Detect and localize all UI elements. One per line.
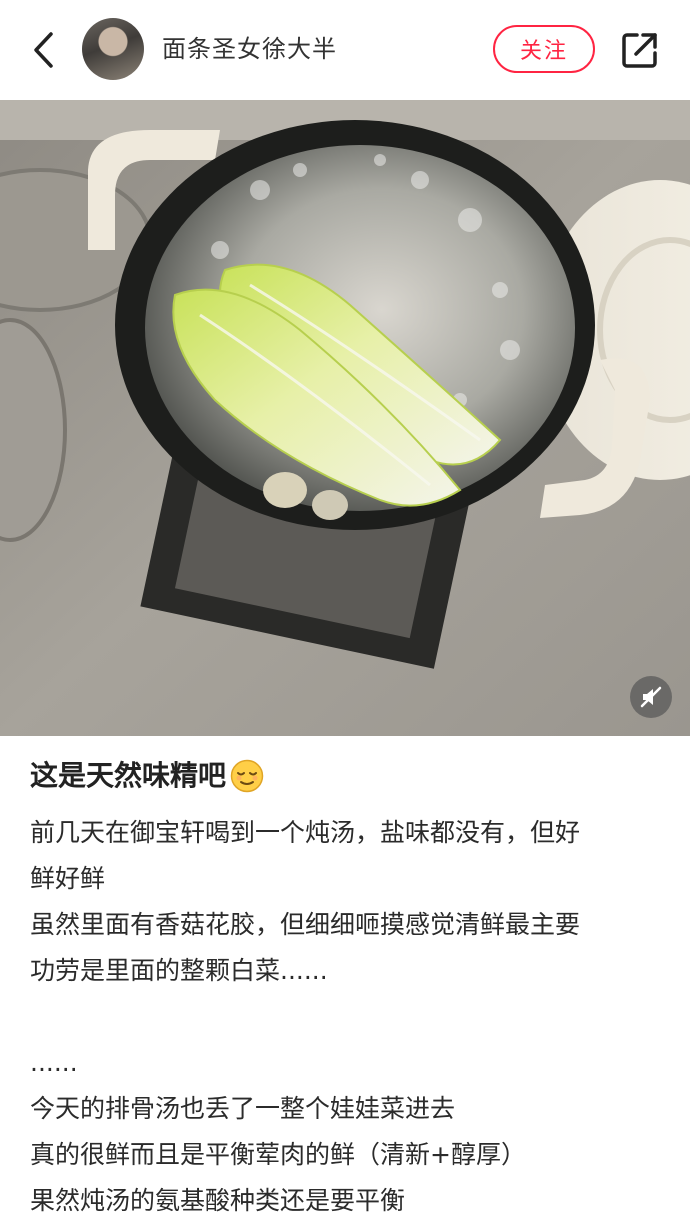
post-line: 功劳是里面的整颗白菜...... bbox=[30, 956, 328, 985]
post-body: 前几天在御宝轩喝到一个炖汤，盐味都没有，但好 鲜好鲜 虽然里面有香菇花胶，但细细… bbox=[30, 810, 660, 1224]
mute-button[interactable] bbox=[630, 676, 672, 718]
chevron-left-icon bbox=[34, 32, 53, 68]
post-content: 这是天然味精吧 前几天在御宝轩喝到一个炖汤，盐味都没有，但好 鲜好鲜 虽然里面有… bbox=[30, 752, 660, 1224]
author-avatar[interactable] bbox=[82, 18, 144, 80]
post-line: 今天的排骨汤也丢了一整个娃娃菜进去 bbox=[30, 1094, 456, 1123]
post-line: 鲜好鲜 bbox=[30, 864, 106, 893]
post-line: 虽然里面有香菇花胶，但细细咂摸感觉清鲜最主要 bbox=[30, 910, 581, 939]
post-line: 前几天在御宝轩喝到一个炖汤，盐味都没有，但好 bbox=[30, 818, 581, 847]
share-button[interactable] bbox=[618, 28, 662, 72]
back-button[interactable] bbox=[22, 28, 66, 72]
post-line bbox=[30, 994, 660, 1040]
post-line: ...... bbox=[30, 1048, 78, 1077]
follow-button[interactable]: 关注 bbox=[493, 25, 595, 73]
post-title: 这是天然味精吧 bbox=[30, 752, 660, 800]
relieved-face-emoji bbox=[230, 759, 264, 793]
post-line: 果然炖汤的氨基酸种类还是要平衡 bbox=[30, 1186, 406, 1215]
mute-icon bbox=[640, 686, 662, 708]
post-line: 真的很鲜而且是平衡荤肉的鲜（清新+醇厚） bbox=[30, 1140, 526, 1169]
post-image[interactable] bbox=[0, 100, 690, 736]
top-bar: 面条圣女徐大半 关注 bbox=[0, 0, 690, 100]
author-name[interactable]: 面条圣女徐大半 bbox=[162, 32, 337, 66]
soup-pot-photo bbox=[0, 100, 690, 736]
share-icon bbox=[622, 33, 657, 68]
post-title-text: 这是天然味精吧 bbox=[30, 759, 227, 792]
